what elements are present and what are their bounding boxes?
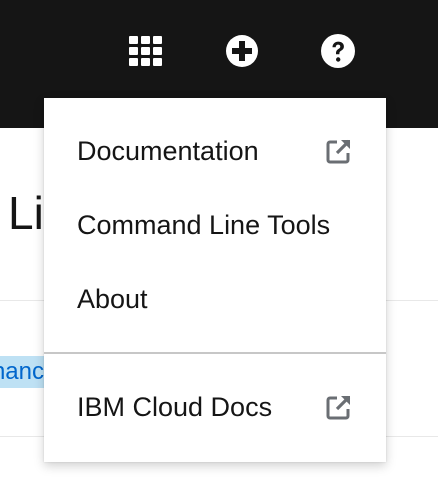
menu-item-command-line-tools[interactable]: Command Line Tools: [44, 195, 386, 255]
menu-item-ibm-cloud-docs[interactable]: IBM Cloud Docs: [44, 377, 386, 437]
menu-item-label: About: [77, 283, 148, 314]
external-link-icon: [325, 393, 353, 421]
page-title: Li: [8, 187, 44, 239]
menu-item-about[interactable]: About: [44, 269, 386, 329]
help-menu-dropdown: Documentation Command Line Tools About I…: [44, 98, 386, 462]
external-link-icon: [325, 137, 353, 165]
add-icon[interactable]: [225, 34, 259, 68]
menu-item-documentation[interactable]: Documentation: [44, 121, 386, 181]
menu-item-label: IBM Cloud Docs: [77, 391, 273, 422]
app-launcher-icon[interactable]: [129, 34, 163, 68]
table-row-link[interactable]: hanc: [0, 356, 46, 388]
help-icon[interactable]: [321, 34, 355, 68]
menu-item-label: Command Line Tools: [77, 209, 331, 240]
menu-item-label: Documentation: [77, 135, 259, 166]
menu-separator: [44, 352, 386, 354]
